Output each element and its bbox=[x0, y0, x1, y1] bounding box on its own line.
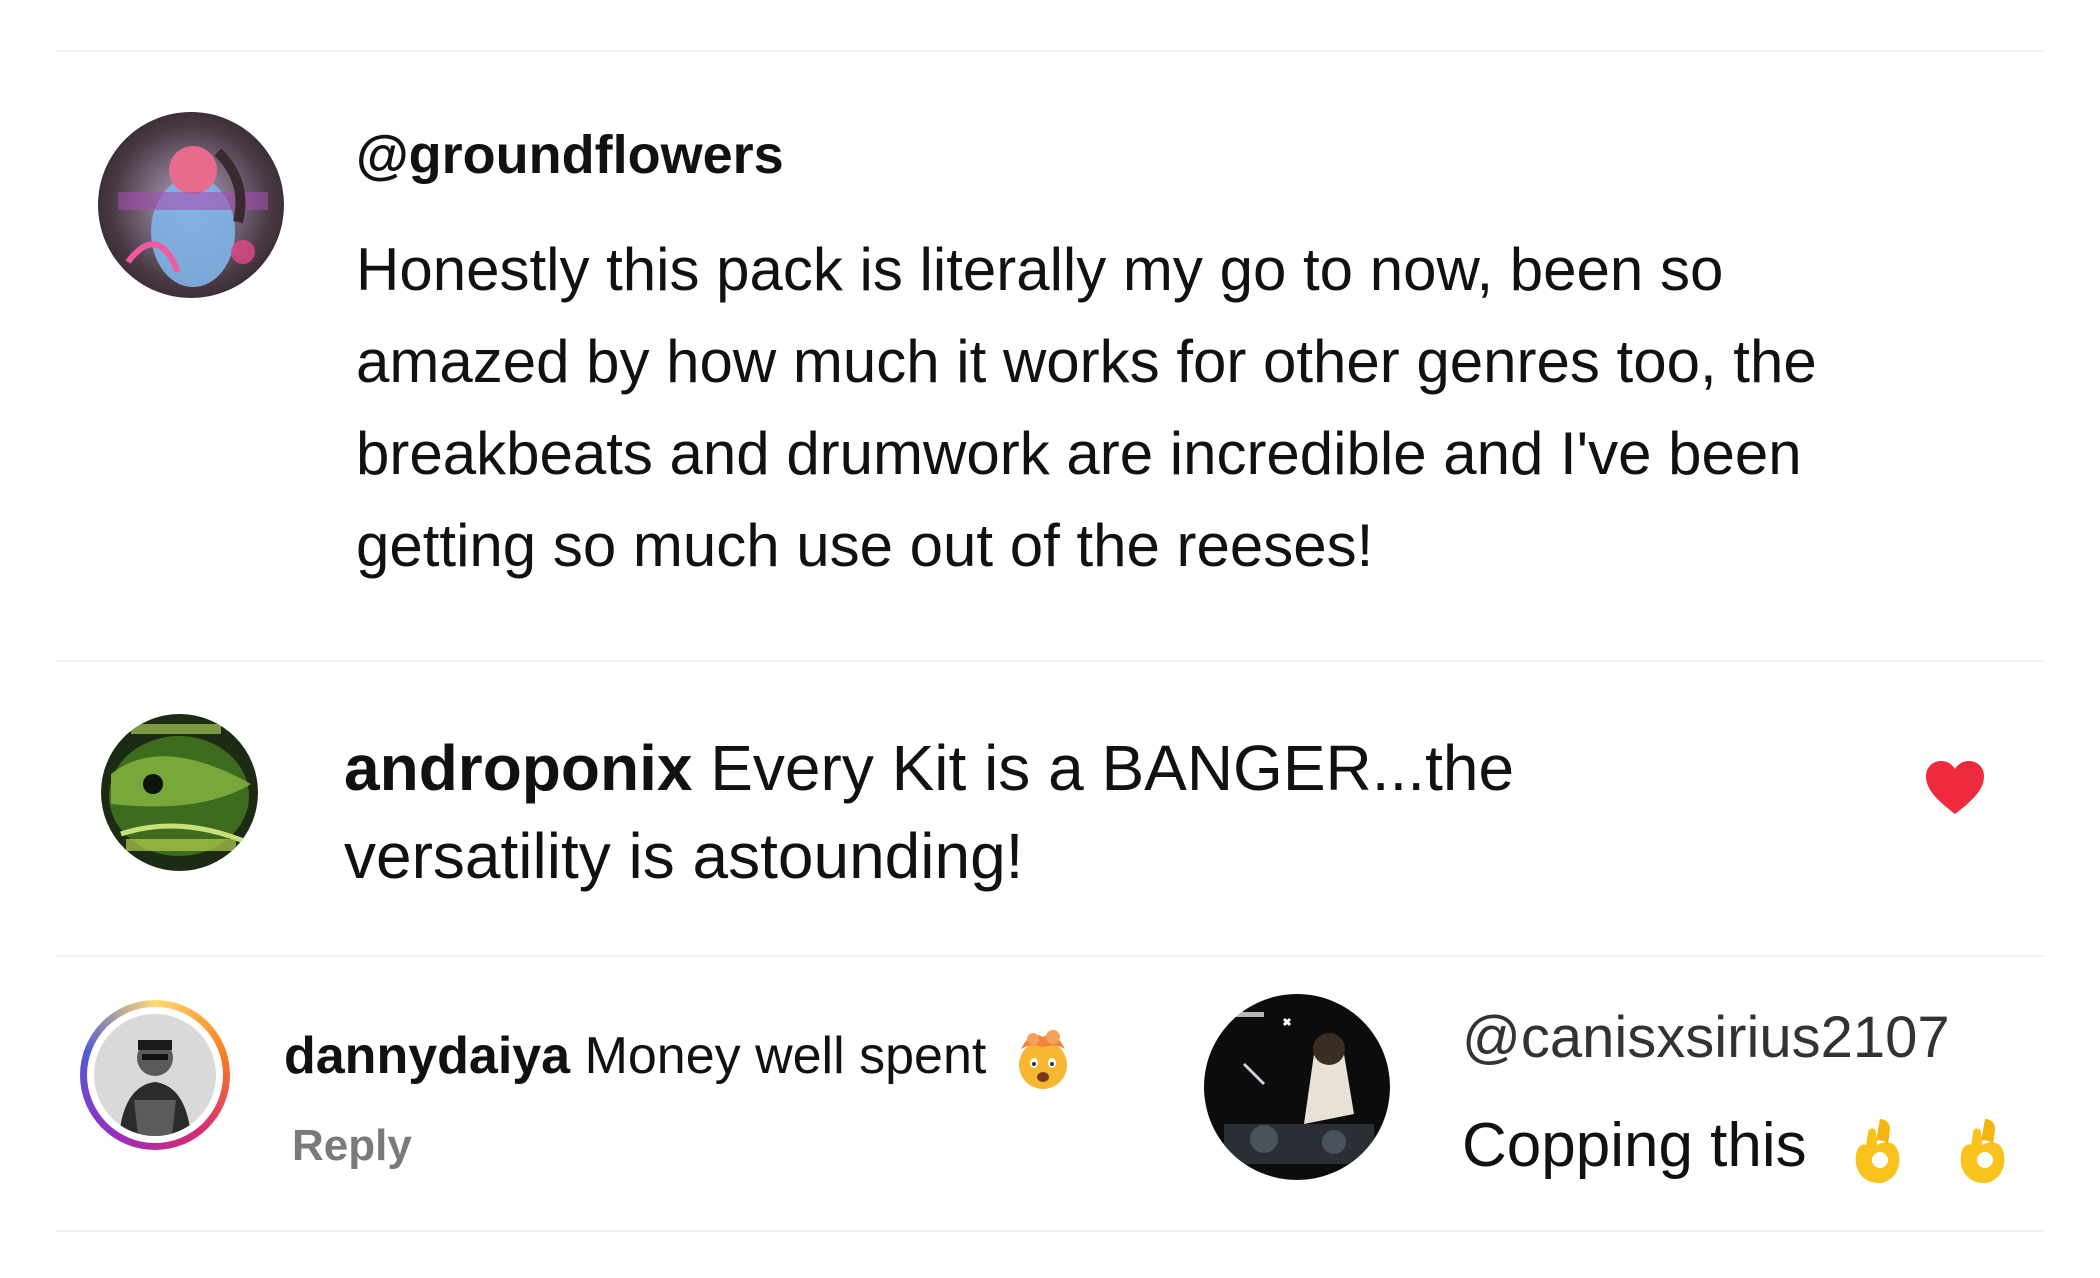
comment-body: Money well spent bbox=[584, 1027, 987, 1085]
ok-hand-emoji bbox=[1850, 1115, 1908, 1185]
comment-body: Honestly this pack is literally my go to… bbox=[356, 224, 1817, 592]
comment-line: Honestly this pack is literally my go to… bbox=[356, 236, 1724, 303]
comment-handle[interactable]: @canisxsirius2107 bbox=[1462, 1004, 1950, 1072]
avatar-canisxsirius2107[interactable] bbox=[1204, 994, 1390, 1180]
exploding-head-emoji bbox=[1011, 1027, 1075, 1091]
bottom-divider bbox=[55, 1230, 2045, 1232]
heart-icon[interactable] bbox=[1924, 760, 1986, 816]
comment-line: amazed by how much it works for other ge… bbox=[356, 328, 1817, 395]
comment-handle[interactable]: @groundflowers bbox=[356, 124, 784, 186]
comment-text: Copping this bbox=[1462, 1108, 2013, 1185]
avatar-dannydaiya[interactable] bbox=[80, 1000, 230, 1150]
comment-text: dannydaiya Money well spent bbox=[284, 1022, 1075, 1091]
comment-body: Every Kit is a BANGER...the bbox=[710, 732, 1515, 804]
comment-line: breakbeats and drumwork are incredible a… bbox=[356, 420, 1802, 487]
comment-handle[interactable]: androponix bbox=[344, 732, 692, 804]
comment-text: androponix Every Kit is a BANGER...the bbox=[344, 724, 1514, 812]
comment-handle[interactable]: dannydaiya bbox=[284, 1027, 570, 1085]
comment-body-line2: versatility is astounding! bbox=[344, 820, 1024, 892]
top-divider bbox=[55, 50, 2045, 52]
ok-hand-emoji bbox=[1955, 1115, 2013, 1185]
reply-button[interactable]: Reply bbox=[292, 1118, 412, 1174]
comment-line: getting so much use out of the reeses! bbox=[356, 512, 1374, 579]
avatar-androponix[interactable] bbox=[101, 714, 258, 871]
divider-1 bbox=[55, 660, 2045, 662]
divider-2 bbox=[55, 955, 2045, 957]
avatar-groundflowers[interactable] bbox=[98, 112, 284, 298]
comment-body: Copping this bbox=[1462, 1111, 1807, 1180]
